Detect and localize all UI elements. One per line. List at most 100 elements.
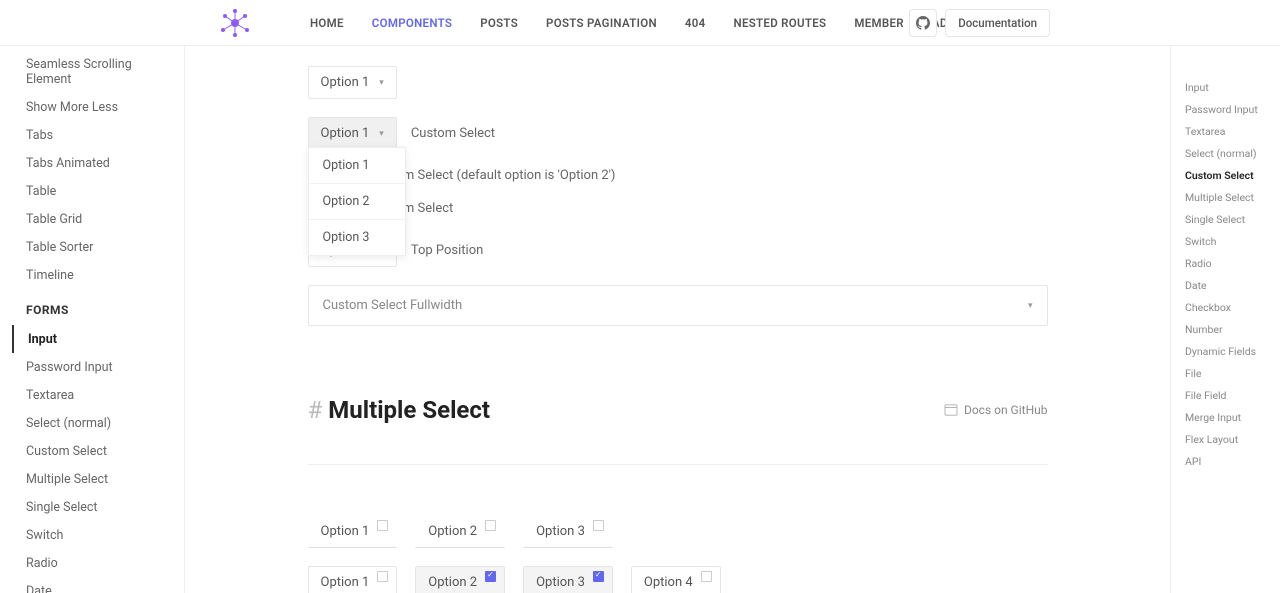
toc-item-number[interactable]: Number <box>1185 318 1270 340</box>
docs-github-link[interactable]: Docs on GitHub <box>944 403 1048 417</box>
multiselect-option[interactable]: Option 2 <box>415 566 505 593</box>
option-label: Option 1 <box>321 575 370 590</box>
sidebar-item-multiple-select[interactable]: Multiple Select <box>14 465 184 493</box>
toc-item-multiple-select[interactable]: Multiple Select <box>1185 186 1270 208</box>
option-label: Option 2 <box>428 575 477 590</box>
toc-item-radio[interactable]: Radio <box>1185 252 1270 274</box>
custom-select-open[interactable]: Option 1 ▾ <box>308 117 397 150</box>
select-row-default2: om Select (default option is 'Option 2') <box>396 168 1048 183</box>
toc-item-password-input[interactable]: Password Input <box>1185 98 1270 120</box>
sidebar-item-tabs-animated[interactable]: Tabs Animated <box>14 149 184 177</box>
custom-select-basic[interactable]: Option 1 ▾ <box>308 66 397 99</box>
select-placeholder: Custom Select Fullwidth <box>323 298 463 313</box>
header-actions: Documentation <box>909 9 1050 37</box>
sidebar-heading-forms: FORMS <box>14 289 184 325</box>
sidebar-item-single-select[interactable]: Single Select <box>14 493 184 521</box>
toc-item-date[interactable]: Date <box>1185 274 1270 296</box>
sidebar-right-toc: InputPassword InputTextareaSelect (norma… <box>1170 46 1280 593</box>
multiselect-option[interactable]: Option 3 <box>523 566 613 593</box>
toc-item-switch[interactable]: Switch <box>1185 230 1270 252</box>
section-heading-multiple: #Multiple Select Docs on GitHub <box>308 396 1048 424</box>
main-header: HOME COMPONENTS POSTS POSTS PAGINATION 404 NE… <box>0 0 1280 46</box>
toc-item-checkbox[interactable]: Checkbox <box>1185 296 1270 318</box>
sidebar-item-custom-select[interactable]: Custom Select <box>14 437 184 465</box>
option-label: Option 3 <box>536 575 585 590</box>
multiselect-row-1: Option 1 Option 2 Option 3 <box>308 515 1048 548</box>
content-wrapper: Option 1 ▾ Option 1 ▾ Custom Select Opti… <box>248 46 1108 593</box>
toc-item-select-normal-[interactable]: Select (normal) <box>1185 142 1270 164</box>
select-row-basic: Option 1 ▾ <box>308 66 1048 99</box>
toc-item-file-field[interactable]: File Field <box>1185 384 1270 406</box>
sidebar-item-password-input[interactable]: Password Input <box>14 353 184 381</box>
checkbox-icon <box>485 520 496 531</box>
select-row-top-position: Option 1 ▾ Top Position <box>308 234 1048 267</box>
sidebar-item-radio[interactable]: Radio <box>14 549 184 577</box>
multiselect-option[interactable]: Option 1 <box>308 566 398 593</box>
select-row-another: om Select <box>396 201 1048 216</box>
option-label: Option 4 <box>644 575 693 590</box>
sidebar-item-switch[interactable]: Switch <box>14 521 184 549</box>
nav-item-member[interactable]: MEMBER <box>854 16 904 30</box>
chevron-down-icon: ▾ <box>379 129 384 139</box>
sidebar-left[interactable]: Seamless Scrolling ElementShow More Less… <box>0 46 185 593</box>
chevron-down-icon: ▾ <box>1028 301 1033 311</box>
checkbox-icon <box>593 571 604 582</box>
toc-item-textarea[interactable]: Textarea <box>1185 120 1270 142</box>
toc-item-merge-input[interactable]: Merge Input <box>1185 406 1270 428</box>
select-label: Top Position <box>411 243 483 258</box>
option-label: Option 1 <box>321 524 370 539</box>
toc-item-file[interactable]: File <box>1185 362 1270 384</box>
github-icon <box>916 16 930 30</box>
select-label-partial: om Select (default option is 'Option 2') <box>396 168 616 183</box>
custom-select-fullwidth[interactable]: Custom Select Fullwidth ▾ <box>308 285 1048 326</box>
checkbox-icon <box>701 571 712 582</box>
sidebar-item-table-grid[interactable]: Table Grid <box>14 205 184 233</box>
toc-item-custom-select[interactable]: Custom Select <box>1185 164 1270 186</box>
dropdown-option[interactable]: Option 1 <box>309 148 405 184</box>
hash-anchor[interactable]: # <box>308 396 323 424</box>
nav-item-404[interactable]: 404 <box>685 16 706 30</box>
option-label: Option 3 <box>536 524 585 539</box>
toc-item-single-select[interactable]: Single Select <box>1185 208 1270 230</box>
select-value: Option 1 <box>321 75 370 90</box>
github-icon-button[interactable] <box>909 9 937 37</box>
sidebar-item-show-more-less[interactable]: Show More Less <box>14 93 184 121</box>
select-value: Option 1 <box>321 126 370 141</box>
chevron-down-icon: ▾ <box>379 78 384 88</box>
nav-item-posts-pagination[interactable]: POSTS PAGINATION <box>546 16 657 30</box>
select-label: Custom Select <box>411 126 495 141</box>
dropdown-menu: Option 1Option 2Option 3 <box>308 147 406 256</box>
sidebar-item-date[interactable]: Date <box>14 577 184 593</box>
sidebar-item-table[interactable]: Table <box>14 177 184 205</box>
nav-item-components[interactable]: COMPONENTS <box>372 16 452 30</box>
section-divider <box>308 464 1048 465</box>
toc-item-dynamic-fields[interactable]: Dynamic Fields <box>1185 340 1270 362</box>
nav-item-posts[interactable]: POSTS <box>480 16 518 30</box>
multiselect-option[interactable]: Option 4 <box>631 566 721 593</box>
toc-item-api[interactable]: API <box>1185 450 1270 472</box>
sidebar-item-seamless-scrolling-element[interactable]: Seamless Scrolling Element <box>14 50 184 93</box>
multiselect-option[interactable]: Option 2 <box>415 515 505 548</box>
sidebar-item-table-sorter[interactable]: Table Sorter <box>14 233 184 261</box>
toc-item-input[interactable]: Input <box>1185 76 1270 98</box>
main-content[interactable]: Option 1 ▾ Option 1 ▾ Custom Select Opti… <box>185 46 1170 593</box>
multiselect-option[interactable]: Option 1 <box>308 515 398 548</box>
nav-item-nested-routes[interactable]: NESTED ROUTES <box>734 16 827 30</box>
sidebar-item-timeline[interactable]: Timeline <box>14 261 184 289</box>
section-title: #Multiple Select <box>308 396 491 424</box>
logo[interactable] <box>215 8 255 38</box>
checkbox-icon <box>593 520 604 531</box>
option-label: Option 2 <box>428 524 477 539</box>
main-layout: Seamless Scrolling ElementShow More Less… <box>0 46 1280 593</box>
dropdown-option[interactable]: Option 3 <box>309 220 405 255</box>
multiselect-option[interactable]: Option 3 <box>523 515 613 548</box>
sidebar-item-textarea[interactable]: Textarea <box>14 381 184 409</box>
sidebar-item-input[interactable]: Input <box>12 325 184 353</box>
toc-item-flex-layout[interactable]: Flex Layout <box>1185 428 1270 450</box>
nav-item-home[interactable]: HOME <box>310 16 344 30</box>
dropdown-option[interactable]: Option 2 <box>309 184 405 220</box>
sidebar-item-tabs[interactable]: Tabs <box>14 121 184 149</box>
checkbox-icon <box>485 571 496 582</box>
sidebar-item-select-normal-[interactable]: Select (normal) <box>14 409 184 437</box>
documentation-button[interactable]: Documentation <box>945 9 1050 37</box>
